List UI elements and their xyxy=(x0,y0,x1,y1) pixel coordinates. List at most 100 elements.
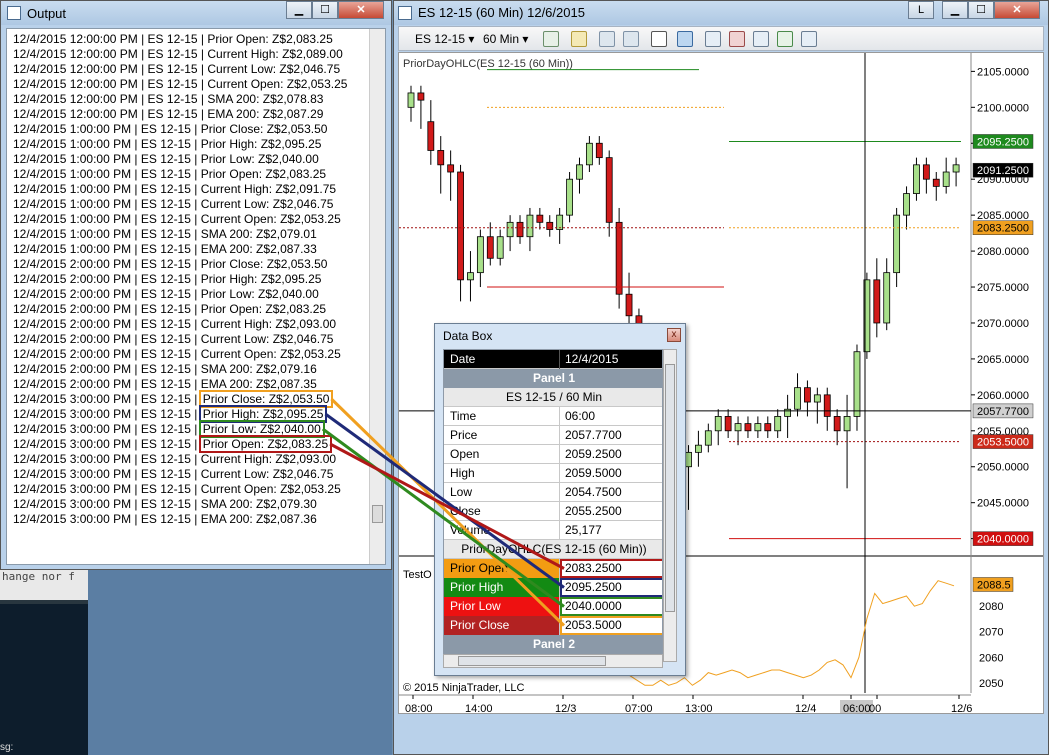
crosshair-icon[interactable] xyxy=(651,31,667,47)
candle-body xyxy=(823,394,831,417)
output-line: 12/4/2015 12:00:00 PM | ES 12-15 | Curre… xyxy=(13,77,348,91)
candle-body xyxy=(804,387,811,403)
candle-body xyxy=(714,416,722,432)
output-line-highlighted: 12/4/2015 3:00:00 PM | ES 12-15 | Prior … xyxy=(7,420,385,438)
output-line-highlighted: 12/4/2015 3:00:00 PM | ES 12-15 | Prior … xyxy=(7,405,385,423)
output-line: 12/4/2015 1:00:00 PM | ES 12-15 | EMA 20… xyxy=(13,242,317,256)
data-box-vscroll-thumb[interactable] xyxy=(665,364,675,612)
output-titlebar[interactable]: Output ▁ ☐ ✕ xyxy=(1,1,391,25)
output-line: 12/4/2015 3:00:00 PM | ES 12-15 | Curren… xyxy=(13,452,337,466)
highlighted-value: Prior High: Z$2,095.25 xyxy=(198,405,328,423)
indicators-icon[interactable] xyxy=(705,31,721,47)
candle-body xyxy=(457,171,464,281)
subpanel-label: TestO xyxy=(403,569,432,581)
link-button[interactable]: L xyxy=(908,1,934,19)
data-box-row-prior-high: Prior High 2095.2500 xyxy=(444,578,662,597)
chart-close-button[interactable]: ✕ xyxy=(994,1,1040,19)
data-box-date-value: 12/4/2015 xyxy=(560,350,662,369)
candle-body xyxy=(595,142,603,159)
output-line: 12/4/2015 1:00:00 PM | ES 12-15 | Prior … xyxy=(13,167,327,181)
output-line: 12/4/2015 2:00:00 PM | ES 12-15 | Prior … xyxy=(13,272,322,286)
chart-minimize-button[interactable]: ▁ xyxy=(942,1,968,19)
chart-toolbar: ES 12-15 ▾ 60 Min ▾ xyxy=(398,26,1044,51)
background-label: sg: xyxy=(0,742,14,753)
output-line: 12/4/2015 12:00:00 PM | ES 12-15 | Prior… xyxy=(13,32,333,46)
candle-body xyxy=(734,423,742,432)
data-box-date-key: Date xyxy=(444,350,560,369)
data-box-panel-2: Panel 2 xyxy=(444,635,662,654)
chart-titlebar[interactable]: ES 12-15 (60 Min) 12/6/2015 L ▁ ☐ ✕ xyxy=(394,1,1048,25)
output-line-prefix: 12/4/2015 3:00:00 PM | ES 12-15 | xyxy=(13,392,201,406)
candle-body xyxy=(685,451,692,468)
candle-body xyxy=(536,214,544,223)
chart-statusbar xyxy=(398,717,1044,751)
data-box-value: 06:00 xyxy=(565,409,596,423)
maximize-button[interactable]: ☐ xyxy=(312,1,338,19)
data-box-row-high: High 2059.5000 xyxy=(444,464,662,483)
price-marker-label: 2053.5000 xyxy=(977,437,1029,449)
output-line-highlighted: 12/4/2015 3:00:00 PM | ES 12-15 | Prior … xyxy=(7,390,385,408)
data-box-close-button[interactable]: x xyxy=(667,328,681,342)
instrument-selector[interactable]: ES 12-15 ▾ xyxy=(415,30,474,48)
highlighted-value: Prior Close: Z$2,053.50 xyxy=(198,390,334,408)
data-box-key: Close xyxy=(444,502,560,521)
zoom-in-icon[interactable] xyxy=(599,31,615,47)
data-box-grid: Date 12/4/2015 Panel 1 ES 12-15 / 60 Min Tim… xyxy=(443,349,663,662)
data-box-indicator-label: PriorDayOHLC(ES 12-15 (60 Min)) xyxy=(444,540,662,559)
data-box-key: High xyxy=(444,464,560,483)
chart-maximize-button[interactable]: ☐ xyxy=(968,1,994,19)
price-marker-label: 2040.0000 xyxy=(977,534,1029,546)
data-box-hscroll-thumb[interactable] xyxy=(458,656,606,666)
candle-body xyxy=(407,92,415,108)
properties-icon[interactable] xyxy=(801,31,817,47)
minimize-button[interactable]: ▁ xyxy=(286,1,312,19)
output-lines: 12/4/2015 12:00:00 PM | ES 12-15 | Prior… xyxy=(7,29,385,527)
data-box-window[interactable]: Data Box x Date 12/4/2015 Panel 1 ES 12-15 … xyxy=(434,323,686,676)
output-line: 12/4/2015 3:00:00 PM | ES 12-15 | EMA 20… xyxy=(13,512,317,526)
chart-window-icon xyxy=(398,6,412,20)
interval-selector[interactable]: 60 Min ▾ xyxy=(483,30,528,48)
data-box-hscrollbar[interactable] xyxy=(443,654,663,668)
y-tick-label: 2105.0000 xyxy=(977,66,1029,78)
lower-y-tick-label: 2050 xyxy=(979,678,1003,690)
candle-body xyxy=(893,214,901,274)
output-line: 12/4/2015 2:00:00 PM | ES 12-15 | Prior … xyxy=(13,257,328,271)
output-line: 12/4/2015 2:00:00 PM | ES 12-15 | Curren… xyxy=(13,317,337,331)
y-tick-label: 2080.0000 xyxy=(977,246,1029,258)
candle-body xyxy=(576,164,583,180)
x-tick-label: 12/3 xyxy=(555,703,576,714)
candle-body xyxy=(546,221,554,230)
output-window-icon xyxy=(7,6,21,20)
output-scrollbar-thumb[interactable] xyxy=(372,505,383,523)
output-line: 12/4/2015 3:00:00 PM | ES 12-15 | SMA 20… xyxy=(13,497,317,511)
candle-body xyxy=(942,171,950,187)
candle-body xyxy=(417,92,425,101)
y-tick-label: 2100.0000 xyxy=(977,102,1029,114)
candle-body xyxy=(566,178,573,216)
close-button[interactable]: ✕ xyxy=(338,1,384,19)
lower-y-tick-label: 2060 xyxy=(979,652,1003,664)
output-line: 12/4/2015 1:00:00 PM | ES 12-15 | Prior … xyxy=(13,152,319,166)
lower-y-tick-label: 2080 xyxy=(979,601,1003,613)
output-window-title: Output xyxy=(27,6,67,21)
candle-body xyxy=(506,221,514,238)
pencil-icon[interactable] xyxy=(571,31,587,47)
copyright-text: © 2015 NinjaTrader, LLC xyxy=(403,682,524,694)
candle-body xyxy=(585,142,593,166)
data-box-icon[interactable] xyxy=(677,31,693,47)
candle-body xyxy=(625,293,633,317)
output-scrollbar[interactable] xyxy=(369,29,385,564)
candle-body xyxy=(873,279,881,324)
zoom-out-icon[interactable] xyxy=(623,31,639,47)
strategies-icon[interactable] xyxy=(729,31,745,47)
output-line: 12/4/2015 1:00:00 PM | ES 12-15 | Prior … xyxy=(13,137,322,151)
dollar-icon[interactable] xyxy=(777,31,793,47)
data-box-row-volume: Volume 25,177 xyxy=(444,521,662,540)
chart-style-icon[interactable] xyxy=(543,31,559,47)
chart-trader-icon[interactable] xyxy=(753,31,769,47)
x-tick-label: 12/4 xyxy=(795,703,816,714)
candle-body xyxy=(516,221,524,238)
output-text-area[interactable]: 12/4/2015 12:00:00 PM | ES 12-15 | Prior… xyxy=(6,28,386,565)
data-box-vscrollbar[interactable] xyxy=(663,349,677,662)
output-line: 12/4/2015 1:00:00 PM | ES 12-15 | Curren… xyxy=(13,182,337,196)
